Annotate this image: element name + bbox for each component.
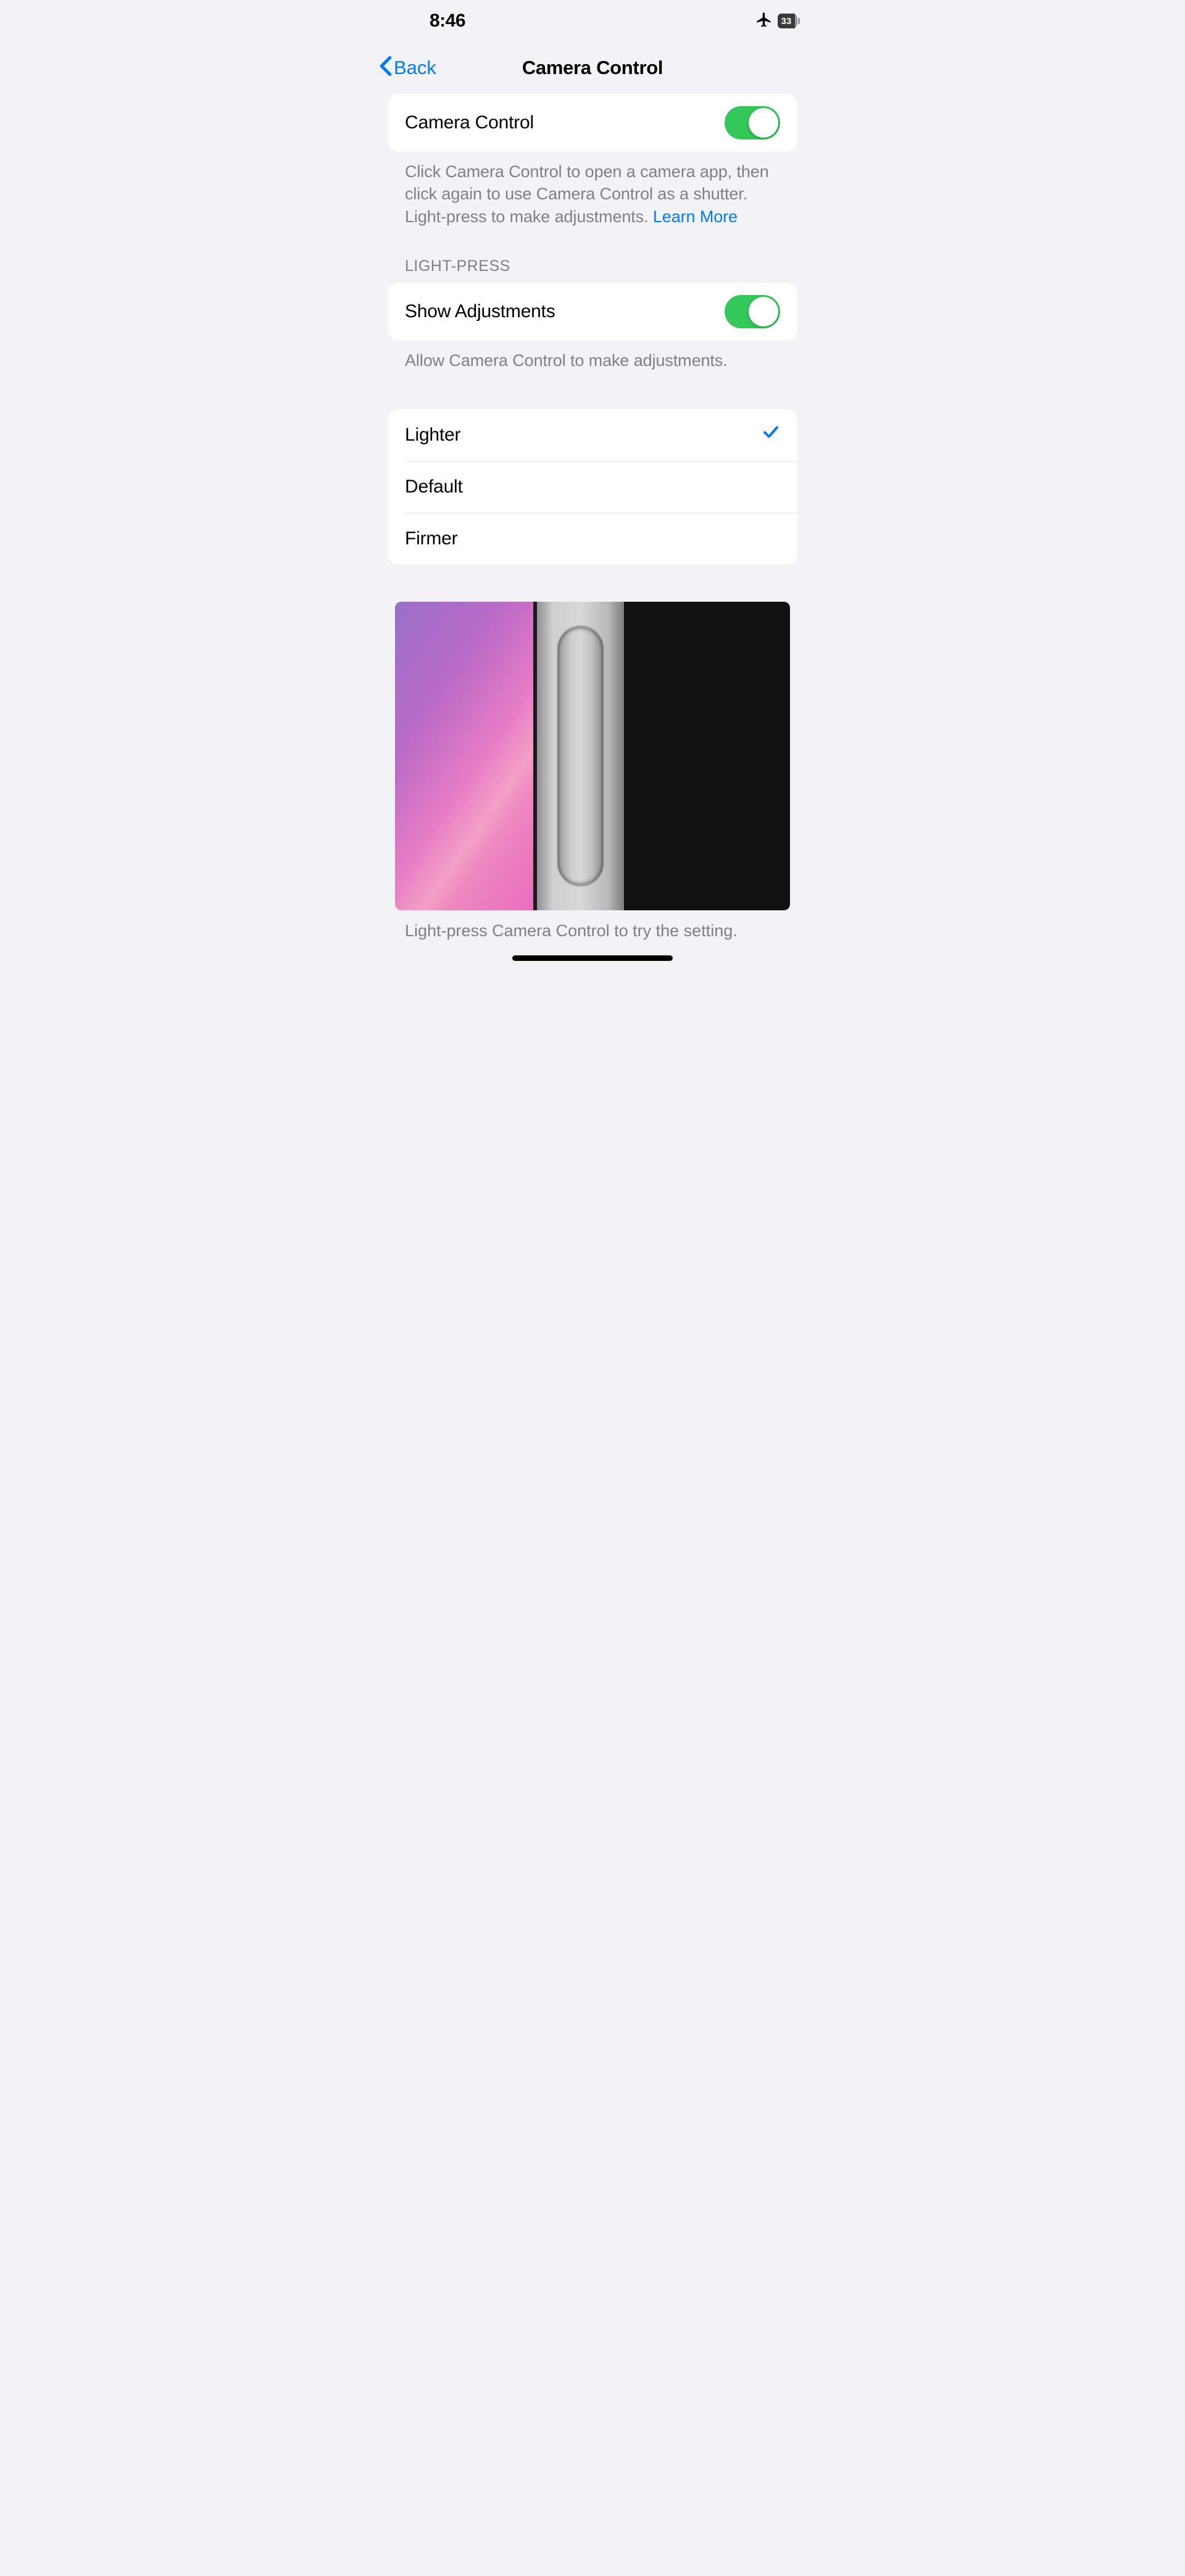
chevron-left-icon xyxy=(379,56,393,80)
camera-control-footer: Click Camera Control to open a camera ap… xyxy=(388,152,797,228)
status-indicators: 33 xyxy=(755,11,797,31)
battery-percentage: 33 xyxy=(778,14,795,28)
option-label: Firmer xyxy=(405,528,457,549)
sensitivity-option-firmer[interactable]: Firmer xyxy=(405,513,797,565)
home-indicator[interactable] xyxy=(512,955,673,961)
toggle-knob xyxy=(749,297,778,326)
option-label: Default xyxy=(405,476,463,497)
show-adjustments-footer: Allow Camera Control to make adjustments… xyxy=(388,341,797,372)
battery-indicator: 33 xyxy=(778,14,797,28)
preview-caption: Light-press Camera Control to try the se… xyxy=(370,910,815,941)
preview-dark xyxy=(624,602,790,910)
camera-control-button-illustration xyxy=(558,626,603,886)
back-button[interactable]: Back xyxy=(379,56,436,80)
sensitivity-option-default[interactable]: Default xyxy=(405,461,797,513)
preview-wallpaper xyxy=(395,602,537,910)
camera-control-label: Camera Control xyxy=(405,112,534,133)
light-press-header: LIGHT-PRESS xyxy=(388,228,797,283)
option-label: Lighter xyxy=(405,425,460,446)
camera-control-toggle-row[interactable]: Camera Control xyxy=(388,94,797,152)
airplane-mode-icon xyxy=(755,11,773,31)
status-bar: 8:46 33 xyxy=(370,0,815,37)
nav-bar: Back Camera Control xyxy=(370,37,815,94)
show-adjustments-label: Show Adjustments xyxy=(405,301,555,322)
check-icon xyxy=(762,423,780,447)
preview-frame xyxy=(537,602,624,910)
sensitivity-card: Lighter Default Firmer xyxy=(388,409,797,565)
sensitivity-option-lighter[interactable]: Lighter xyxy=(388,409,797,461)
learn-more-link[interactable]: Learn More xyxy=(653,207,738,226)
back-label: Back xyxy=(394,57,436,79)
show-adjustments-card: Show Adjustments xyxy=(388,283,797,341)
camera-control-card: Camera Control xyxy=(388,94,797,152)
camera-control-preview xyxy=(395,602,790,910)
page-title: Camera Control xyxy=(522,57,663,79)
show-adjustments-row[interactable]: Show Adjustments xyxy=(388,283,797,341)
toggle-knob xyxy=(749,108,778,138)
camera-control-toggle[interactable] xyxy=(725,106,780,139)
show-adjustments-toggle[interactable] xyxy=(725,295,780,328)
status-time: 8:46 xyxy=(430,10,465,31)
